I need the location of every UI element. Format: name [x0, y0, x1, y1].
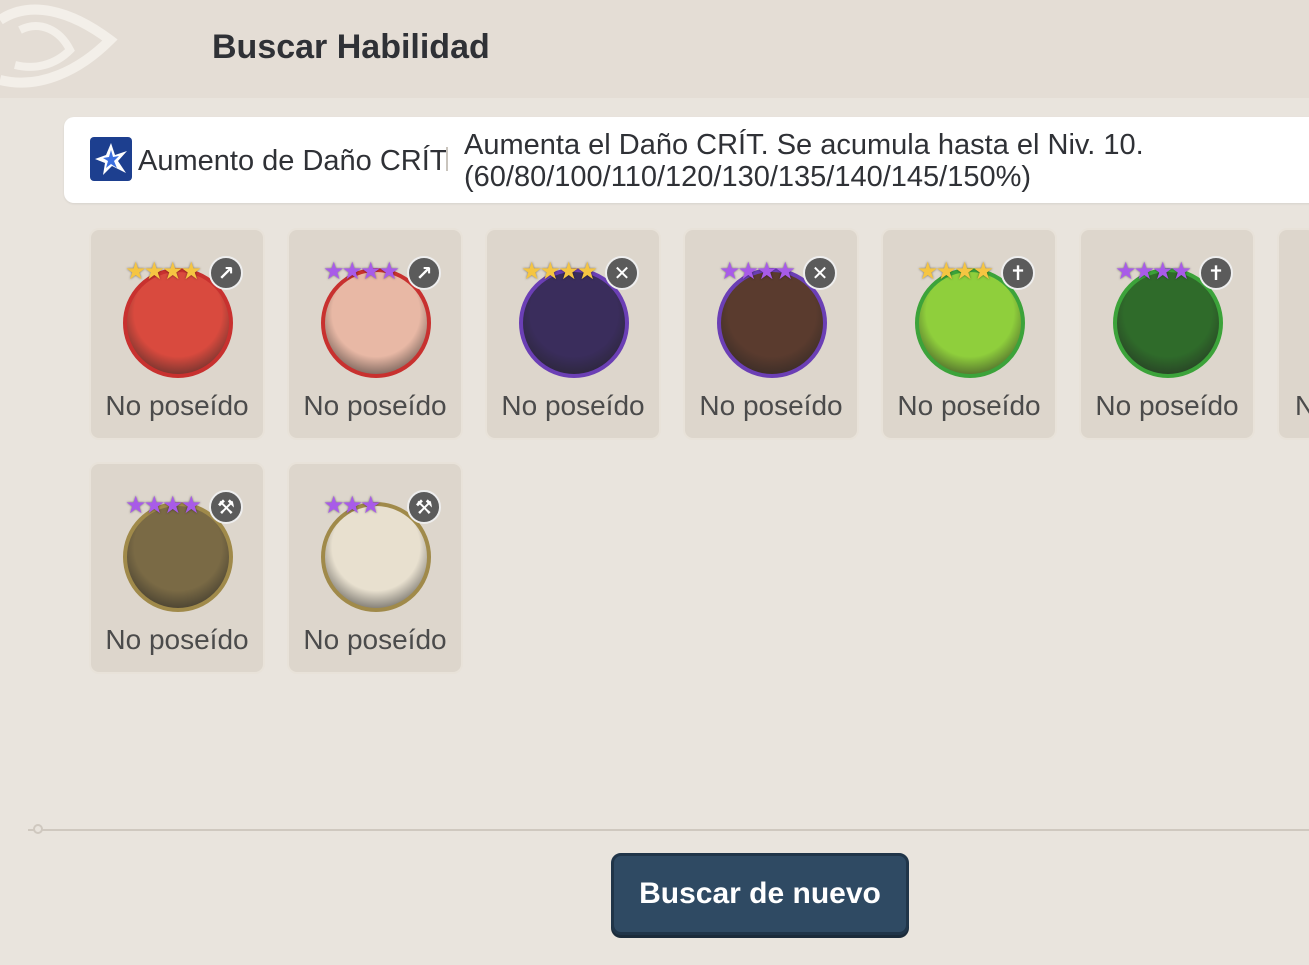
footer-divider: [28, 829, 1309, 831]
axe-icon: ⚒: [407, 490, 441, 524]
star-rating: ★ ★ ★ ★: [719, 258, 796, 286]
star-rating: ★ ★ ★ ★: [521, 258, 598, 286]
skill-description-line1: Aumenta el Daño CRÍT. Se acumula hasta e…: [464, 129, 1144, 161]
hero-status: N: [1295, 390, 1309, 422]
bow-icon: ↗: [209, 256, 243, 290]
axe-icon: ⚒: [209, 490, 243, 524]
bow-icon: ↗: [407, 256, 441, 290]
hero-status: No poseído: [699, 390, 843, 421]
star-icon: ★: [180, 258, 203, 285]
hero-status: No poseído: [105, 624, 249, 655]
skill-info-bar: Aumento de Daño CRÍT Aumenta el Daño CRÍ…: [64, 117, 1309, 203]
hero-card[interactable]: ★ ★ ★ ★ ✕ No poseído: [683, 228, 859, 440]
star-icon: ★: [576, 258, 599, 285]
page-title: Buscar Habilidad: [212, 28, 490, 66]
hero-card[interactable]: ★ ★ ★ ★ ✕ No poseído: [485, 228, 661, 440]
star-rating: ★ ★ ★ ★: [125, 492, 202, 520]
skill-description-line2: (60/80/100/110/120/130/135/140/145/150%): [464, 161, 1032, 193]
star-rating: ★ ★ ★ ★: [125, 258, 202, 286]
hero-card-partial[interactable]: N: [1277, 228, 1309, 440]
burst-icon: [90, 137, 132, 181]
header-bar: Buscar Habilidad: [0, 0, 1309, 98]
star-rating: ★ ★ ★ ★: [1115, 258, 1192, 286]
star-rating: ★ ★ ★ ★: [917, 258, 994, 286]
hero-status: No poseído: [303, 390, 447, 421]
search-again-button[interactable]: Buscar de nuevo: [611, 853, 909, 935]
divider-ornament-icon: [33, 824, 43, 834]
star-icon: ★: [378, 258, 401, 285]
star-icon: ★: [972, 258, 995, 285]
hero-card[interactable]: ★ ★ ★ ★ ⚒ No poseído: [89, 462, 265, 674]
skill-divider: [446, 147, 448, 171]
hero-status: No poseído: [501, 390, 645, 421]
hero-card[interactable]: ★ ★ ★ ★ ✝ No poseído: [1079, 228, 1255, 440]
hero-status: No poseído: [303, 624, 447, 655]
cross-icon: ✝: [1199, 256, 1233, 290]
hero-card[interactable]: ★ ★ ★ ⚒ No poseído: [287, 462, 463, 674]
hero-status: No poseído: [1095, 390, 1239, 421]
hero-card[interactable]: ★ ★ ★ ★ ↗ No poseído: [89, 228, 265, 440]
hero-status: No poseído: [105, 390, 249, 421]
crossed-swords-icon: ✕: [605, 256, 639, 290]
skill-name: Aumento de Daño CRÍT: [138, 145, 448, 177]
star-icon: ★: [360, 492, 382, 519]
hero-status: No poseído: [897, 390, 1041, 421]
corner-ornament-icon: [0, 4, 118, 88]
star-icon: ★: [180, 492, 203, 519]
star-rating: ★ ★ ★: [323, 492, 382, 520]
star-rating: ★ ★ ★ ★: [323, 258, 400, 286]
cross-icon: ✝: [1001, 256, 1035, 290]
star-icon: ★: [774, 258, 797, 285]
hero-card[interactable]: ★ ★ ★ ★ ↗ No poseído: [287, 228, 463, 440]
crossed-swords-icon: ✕: [803, 256, 837, 290]
hero-card[interactable]: ★ ★ ★ ★ ✝ No poseído: [881, 228, 1057, 440]
star-icon: ★: [1170, 258, 1193, 285]
skill-description: Aumenta el Daño CRÍT. Se acumula hasta e…: [464, 129, 1144, 193]
